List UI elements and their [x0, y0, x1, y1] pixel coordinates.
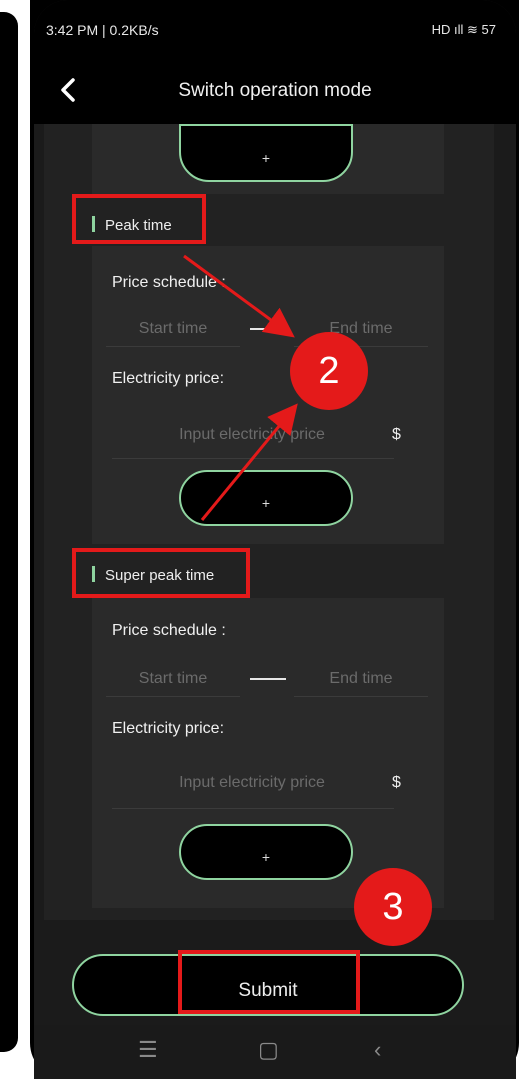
adjacent-phone-bezel — [0, 12, 18, 1052]
currency-symbol: $ — [392, 426, 401, 443]
electricity-price-label: Electricity price: — [112, 370, 225, 387]
annotation-box-submit — [178, 950, 360, 1014]
add-schedule-button[interactable]: + — [179, 824, 353, 880]
end-time-underline — [294, 696, 428, 697]
screen: 3:42 PM | 0.2KB/s HD ıll ≋ 57 Switch ope… — [34, 0, 516, 1079]
range-dash — [250, 678, 286, 680]
status-icons: HD ıll ≋ 57 — [431, 22, 496, 37]
status-time: 3:42 PM | 0.2KB/s — [46, 22, 159, 38]
start-time-input[interactable]: Start time — [106, 320, 240, 338]
previous-section-card: + — [92, 124, 444, 194]
system-nav-bar: ☰ ▢ ‹ — [34, 1025, 516, 1079]
start-time-input[interactable]: Start time — [106, 670, 240, 688]
price-schedule-label: Price schedule : — [112, 622, 226, 639]
home-icon[interactable]: ▢ — [258, 1037, 279, 1063]
super-peak-card: Price schedule : Start time End time Ele… — [92, 598, 444, 908]
menu-icon[interactable]: ☰ — [138, 1037, 158, 1063]
annotation-box-peak — [72, 194, 206, 244]
currency-symbol: $ — [392, 774, 401, 791]
end-time-input[interactable]: End time — [294, 670, 428, 688]
electricity-price-input[interactable]: Input electricity price — [112, 774, 392, 792]
page-title: Switch operation mode — [178, 80, 372, 101]
annotation-step-2: 2 — [290, 332, 368, 410]
annotation-step-3: 3 — [354, 868, 432, 946]
start-time-underline — [106, 696, 240, 697]
price-underline — [112, 458, 394, 459]
back-icon[interactable]: ‹ — [374, 1037, 381, 1063]
peak-card: Price schedule : Start time End time Ele… — [92, 246, 444, 544]
electricity-price-input[interactable]: Input electricity price — [112, 426, 392, 444]
annotation-box-super-peak — [72, 548, 250, 598]
status-bar: 3:42 PM | 0.2KB/s HD ıll ≋ 57 — [34, 0, 516, 62]
start-time-underline — [106, 346, 240, 347]
price-underline — [112, 808, 394, 809]
app-header: Switch operation mode — [34, 62, 516, 124]
add-schedule-button[interactable]: + — [179, 470, 353, 526]
price-schedule-label: Price schedule : — [112, 274, 226, 291]
add-schedule-button[interactable]: + — [179, 124, 353, 182]
range-dash — [250, 328, 286, 330]
electricity-price-label: Electricity price: — [112, 720, 225, 737]
